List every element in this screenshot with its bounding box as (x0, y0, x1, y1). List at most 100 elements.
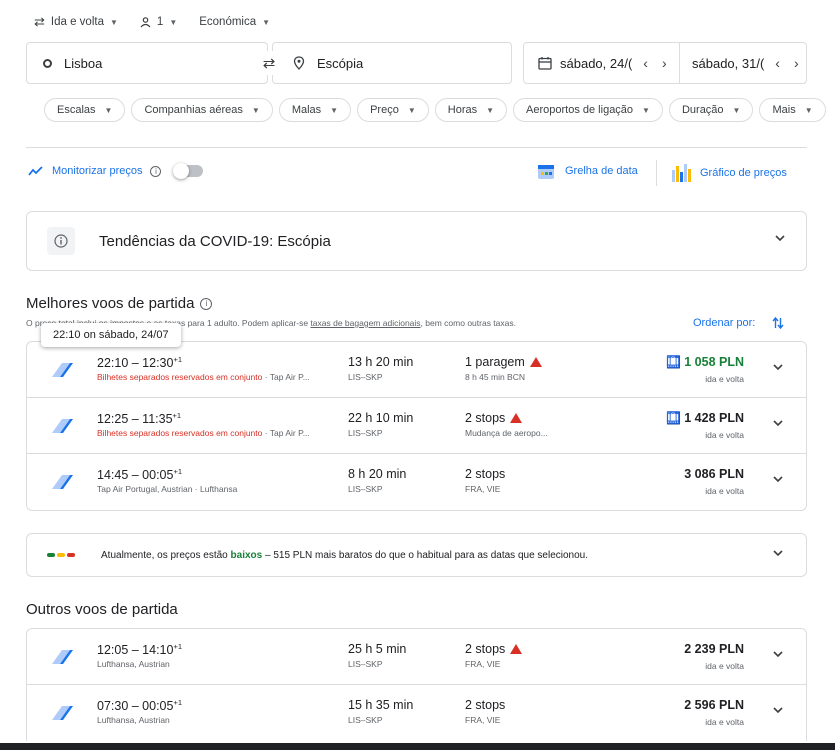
filter-duration[interactable]: Duração ▼ (668, 98, 754, 122)
price-insight-card[interactable]: Atualmente, os preços estão baixos – 515… (26, 533, 807, 577)
person-icon (140, 16, 151, 27)
divider (26, 147, 807, 148)
separate-tickets-notice: Bilhetes separados reservados em conjunt… (97, 372, 263, 382)
filter-stops[interactable]: Escalas ▼ (44, 98, 126, 122)
date-grid-button[interactable]: Grelha de data (537, 162, 638, 180)
chevron-down-icon[interactable] (772, 475, 784, 483)
flight-time-range: 12:05 – 14:10 (97, 643, 174, 658)
flight-row[interactable]: 12:25 – 11:35+1 Bilhetes separados reser… (27, 398, 806, 454)
destination-field[interactable]: Escópia (272, 42, 512, 84)
depart-date[interactable]: sábado, 24/( ‹ › (538, 43, 680, 83)
price-insight-suffix: – 515 PLN mais baratos do que o habitual… (262, 549, 588, 561)
price-graph-label: Gráfico de preços (700, 167, 787, 179)
depart-date-value: sábado, 24/( (560, 55, 633, 71)
dates-field: sábado, 24/( ‹ › sábado, 31/( ‹ › (523, 42, 807, 84)
price-type: ida e volta (705, 374, 744, 384)
passengers-select[interactable]: 1 ▼ (140, 14, 177, 30)
caret-down-icon: ▼ (251, 105, 260, 115)
chevron-down-icon[interactable] (772, 706, 784, 714)
covid-trends-card[interactable]: Tendências da COVID-19: Escópia (26, 211, 807, 271)
chip-label: Preço (370, 104, 399, 116)
flight-price: 2 239 PLN (684, 642, 744, 656)
flight-row[interactable]: 07:30 – 00:05+1 Lufthansa, Austrian 15 h… (27, 685, 806, 741)
cabin-label: Económica (199, 16, 257, 28)
info-icon (47, 227, 75, 255)
flight-price: 🛄 1 058 PLN (666, 355, 744, 369)
filter-connecting-airports[interactable]: Aeroportos de ligação ▼ (513, 98, 663, 122)
best-flights-list: 22:10 – 12:30+1 Bilhetes separados reser… (26, 341, 807, 511)
flight-duration: 15 h 35 min (348, 698, 414, 712)
flight-carriers: Tap Air Portugal, Austrian · Lufthansa (97, 484, 237, 494)
price-graph-button[interactable]: Gráfico de preços (670, 162, 787, 184)
price-type: ida e volta (705, 430, 744, 440)
flight-duration: 22 h 10 min (348, 411, 414, 425)
flight-route: LIS–SKP (348, 484, 383, 494)
best-flights-title-text: Melhores voos de partida (26, 295, 195, 312)
chevron-right-icon[interactable]: › (791, 55, 802, 71)
flight-times: 14:45 – 00:05+1 (97, 467, 182, 482)
origin-field[interactable]: Lisboa (26, 42, 268, 84)
return-date[interactable]: sábado, 31/( ‹ › (680, 43, 802, 83)
flight-time-range: 22:10 – 12:30 (97, 356, 174, 371)
trip-type-label: Ida e volta (50, 16, 104, 28)
airline-logo-icon (52, 419, 73, 433)
info-icon[interactable]: i (200, 297, 213, 310)
chevron-down-icon[interactable] (772, 363, 784, 371)
price-value: 1 058 PLN (684, 355, 744, 369)
flight-carriers: Bilhetes separados reservados em conjunt… (97, 428, 310, 438)
airline-logo-icon (52, 650, 73, 664)
flight-carriers: Bilhetes separados reservados em conjunt… (97, 372, 310, 382)
trip-type-select[interactable]: ⇄ Ida e volta ▼ (34, 14, 118, 30)
caret-down-icon: ▼ (732, 105, 741, 115)
track-prices-toggle[interactable] (173, 163, 204, 179)
flight-duration: 13 h 20 min (348, 355, 414, 369)
flight-row[interactable]: 22:10 – 12:30+1 Bilhetes separados reser… (27, 342, 806, 398)
sort-icon (772, 316, 784, 330)
filter-bags[interactable]: Malas ▼ (278, 98, 352, 122)
caret-down-icon: ▼ (486, 105, 495, 115)
airline-names: Lufthansa, Austrian (97, 659, 170, 669)
chevron-right-icon[interactable]: › (659, 55, 670, 71)
filter-times[interactable]: Horas ▼ (434, 98, 508, 122)
swap-icon: ⇄ (262, 55, 276, 72)
day-offset: +1 (173, 642, 183, 651)
flight-times: 22:10 – 12:30+1 (97, 355, 182, 370)
info-icon[interactable]: i (150, 165, 162, 177)
flight-price: 3 086 PLN (684, 467, 744, 481)
price-type: ida e volta (705, 717, 744, 727)
caret-down-icon: ▼ (642, 105, 650, 115)
stops-label: 1 paragem (465, 355, 525, 369)
other-flights-title: Outros voos de partida (26, 601, 178, 618)
return-date-value: sábado, 31/( (692, 55, 765, 71)
chevron-left-icon[interactable]: ‹ (640, 55, 651, 71)
filter-more[interactable]: Mais ▼ (759, 98, 826, 122)
filter-price[interactable]: Preço ▼ (357, 98, 429, 122)
separator (656, 160, 657, 186)
stops-detail: Mudança de aeropo... (465, 428, 548, 438)
airline-logo-icon (52, 706, 73, 720)
day-offset: +1 (173, 467, 183, 476)
price-insight-prefix: Atualmente, os preços estão (101, 549, 231, 561)
stops-label: 2 stops (465, 642, 506, 656)
flight-stops: 2 stops (465, 467, 505, 481)
chevron-down-icon[interactable] (772, 650, 784, 658)
flight-duration: 8 h 20 min (348, 467, 407, 481)
swap-button[interactable]: ⇄ (253, 51, 285, 75)
warning-icon (529, 357, 542, 367)
chevron-left-icon[interactable]: ‹ (772, 55, 783, 71)
other-flights-list: 12:05 – 14:10+1 Lufthansa, Austrian 25 h… (26, 628, 807, 741)
sort-button[interactable]: Ordenar por: (693, 316, 785, 330)
cabin-select[interactable]: Económica ▼ (199, 14, 270, 30)
baggage-fees-link[interactable]: taxas de bagagem adicionais (310, 318, 420, 328)
flight-row[interactable]: 12:05 – 14:10+1 Lufthansa, Austrian 25 h… (27, 629, 806, 685)
price-level: baixos (230, 549, 263, 561)
flight-time-range: 12:25 – 11:35 (97, 412, 173, 427)
airline-logo-icon (52, 363, 73, 377)
airline-names: · Tap Air P... (262, 428, 310, 438)
flight-row[interactable]: 14:45 – 00:05+1 Tap Air Portugal, Austri… (27, 454, 806, 510)
filter-airlines[interactable]: Companhias aéreas ▼ (131, 98, 273, 122)
chevron-down-icon[interactable] (772, 419, 784, 427)
stops-label: 2 stops (465, 698, 506, 712)
flight-route: LIS–SKP (348, 428, 383, 438)
trip-options-bar: ⇄ Ida e volta ▼ 1 ▼ Económica ▼ (34, 14, 270, 30)
